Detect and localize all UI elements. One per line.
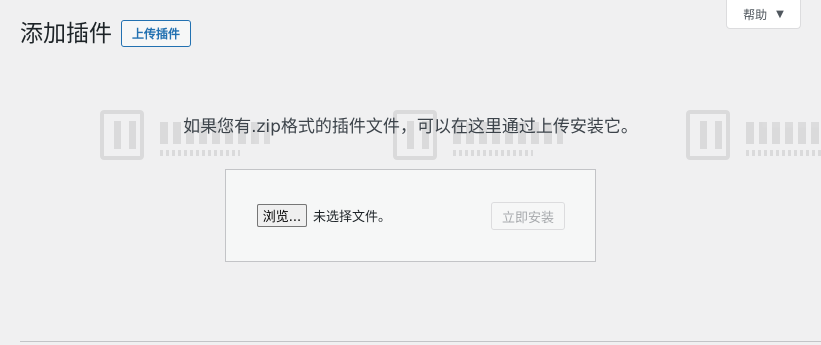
no-file-selected-text: 未选择文件。 xyxy=(313,210,392,225)
browse-file-button[interactable]: 浏览... xyxy=(257,204,307,227)
upload-plugin-button[interactable]: 上传插件 xyxy=(121,20,191,47)
page-title: 添加插件 xyxy=(20,21,112,47)
upload-help-text: 如果您有.zip格式的插件文件，可以在这里通过上传安装它。 xyxy=(183,117,638,137)
help-tab-button[interactable]: 帮助 ▼ xyxy=(726,0,801,29)
divider xyxy=(20,341,821,342)
caret-down-icon: ▼ xyxy=(776,8,784,20)
install-now-button[interactable]: 立即安装 xyxy=(491,202,565,230)
upload-form: 浏览... 未选择文件。 立即安装 xyxy=(225,169,596,262)
help-tab-label: 帮助 xyxy=(743,7,768,22)
